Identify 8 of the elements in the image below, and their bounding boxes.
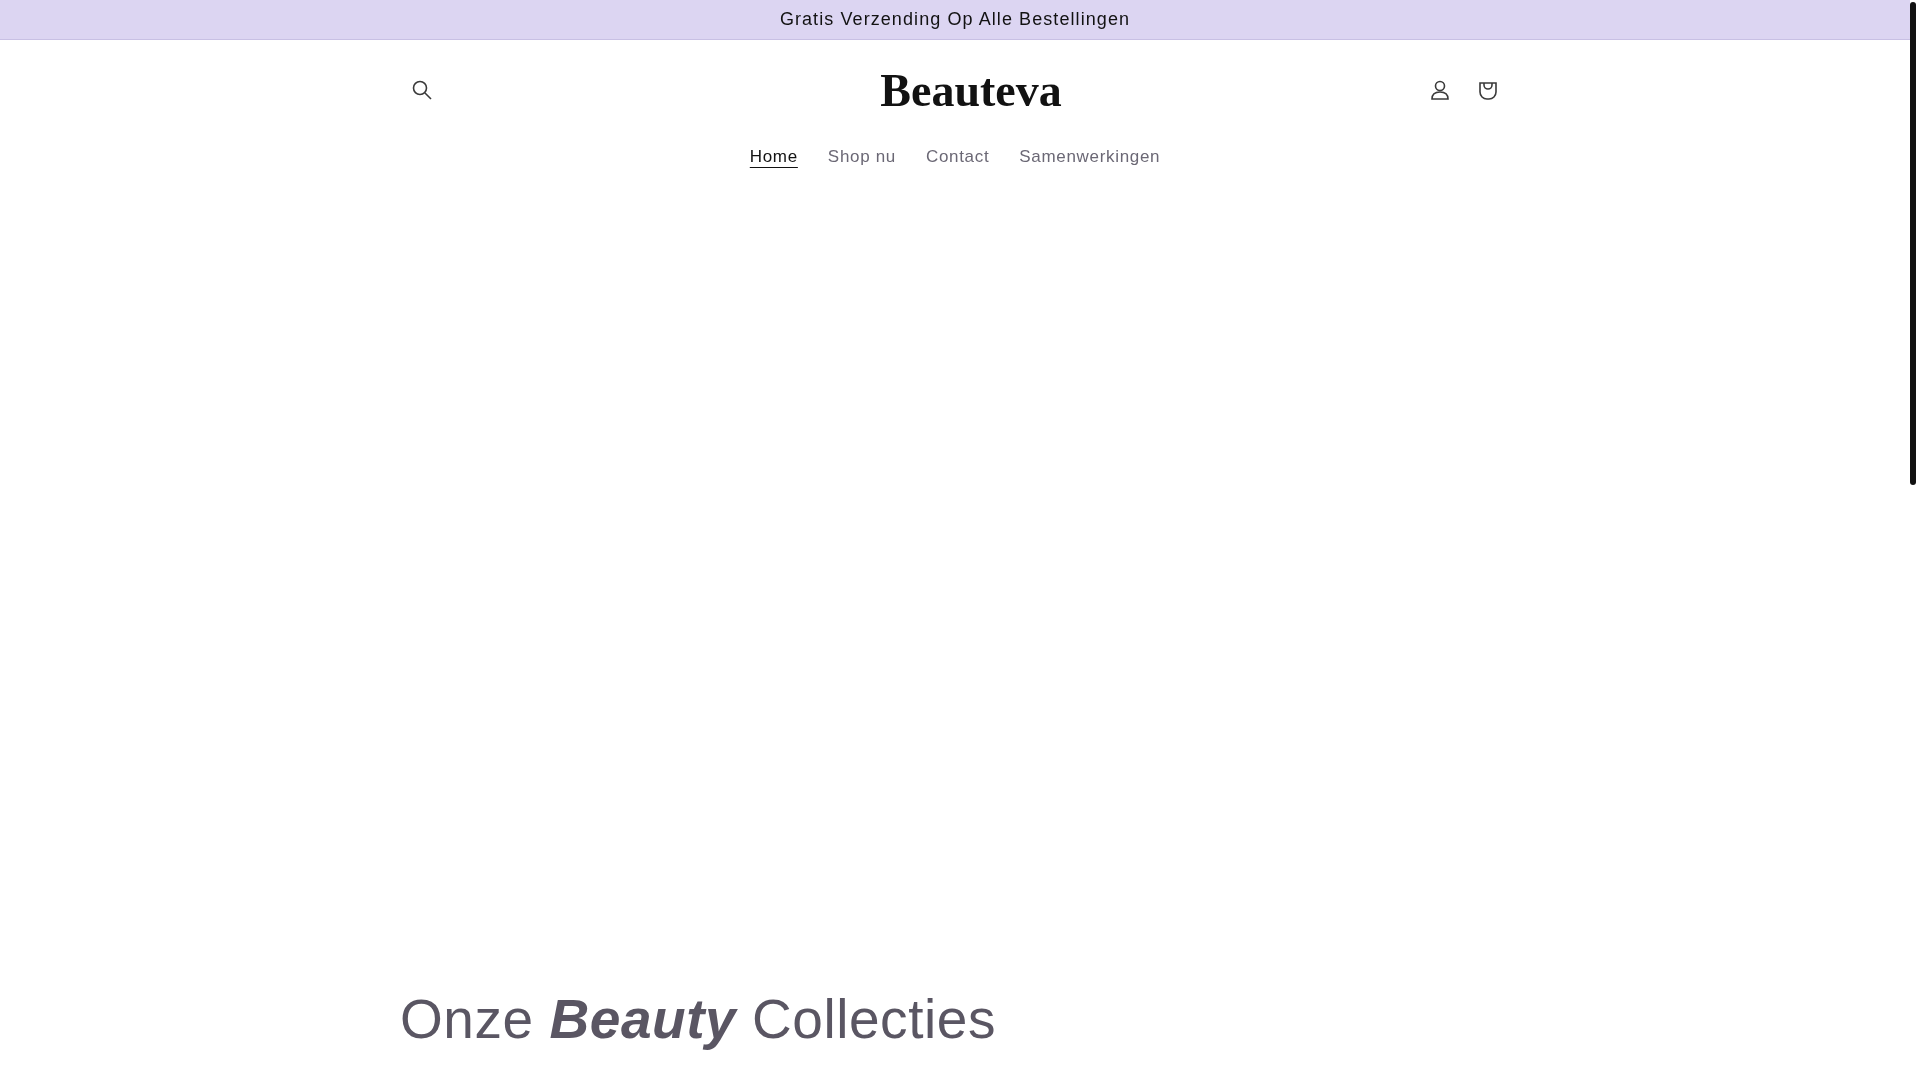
- nav-link[interactable]: Home: [737, 138, 810, 176]
- nav-link[interactable]: Shop nu: [815, 138, 908, 176]
- scrollbar-thumb[interactable]: [1910, 2, 1916, 485]
- section-heading: Onze Beauty Collecties: [400, 986, 997, 1052]
- nav-link[interactable]: Contact: [913, 138, 1002, 176]
- announcement-text: Gratis Verzending Op Alle Bestellingen: [779, 8, 1131, 31]
- logo[interactable]: Beauteva: [880, 55, 1062, 125]
- nav-link[interactable]: Samenwerkingen: [1007, 138, 1173, 176]
